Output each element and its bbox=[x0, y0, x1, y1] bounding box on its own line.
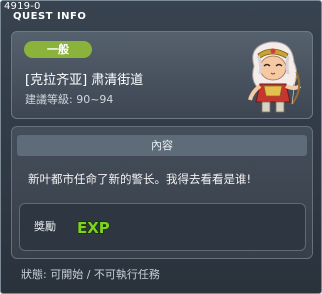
quest-summary-panel: 一般 [克拉齐亚] 肃清街道 建議等級: 90~94 bbox=[11, 31, 313, 119]
quest-content-panel: 內容 新叶都市任命了新的警长。我得去看看是谁! 獎勵 EXP bbox=[11, 126, 313, 259]
title-bar[interactable]: 4919-0 QUEST INFO bbox=[1, 1, 321, 25]
quest-description: 新叶都市任命了新的警长。我得去看看是谁! bbox=[28, 172, 252, 186]
reward-label: 獎勵 bbox=[34, 220, 56, 233]
quest-name: [克拉齐亚] 肃清街道 bbox=[25, 73, 144, 88]
recommended-level: 建議等級: 90~94 bbox=[25, 93, 114, 106]
exp-text: EXP bbox=[77, 219, 110, 237]
exp-reward-icon[interactable]: EXP bbox=[75, 216, 115, 238]
npc-portrait-icon bbox=[248, 41, 302, 113]
window-title: QUEST INFO bbox=[13, 11, 87, 22]
reward-box: 獎勵 EXP bbox=[19, 203, 306, 251]
content-section-header: 內容 bbox=[17, 135, 307, 156]
quest-info-window: 4919-0 QUEST INFO 一般 [克拉齐亚] 肃清街道 建議等級: 9… bbox=[0, 0, 322, 294]
quest-category-badge: 一般 bbox=[24, 41, 92, 58]
quest-status: 狀態: 可開始 / 不可執行任務 bbox=[21, 268, 160, 281]
